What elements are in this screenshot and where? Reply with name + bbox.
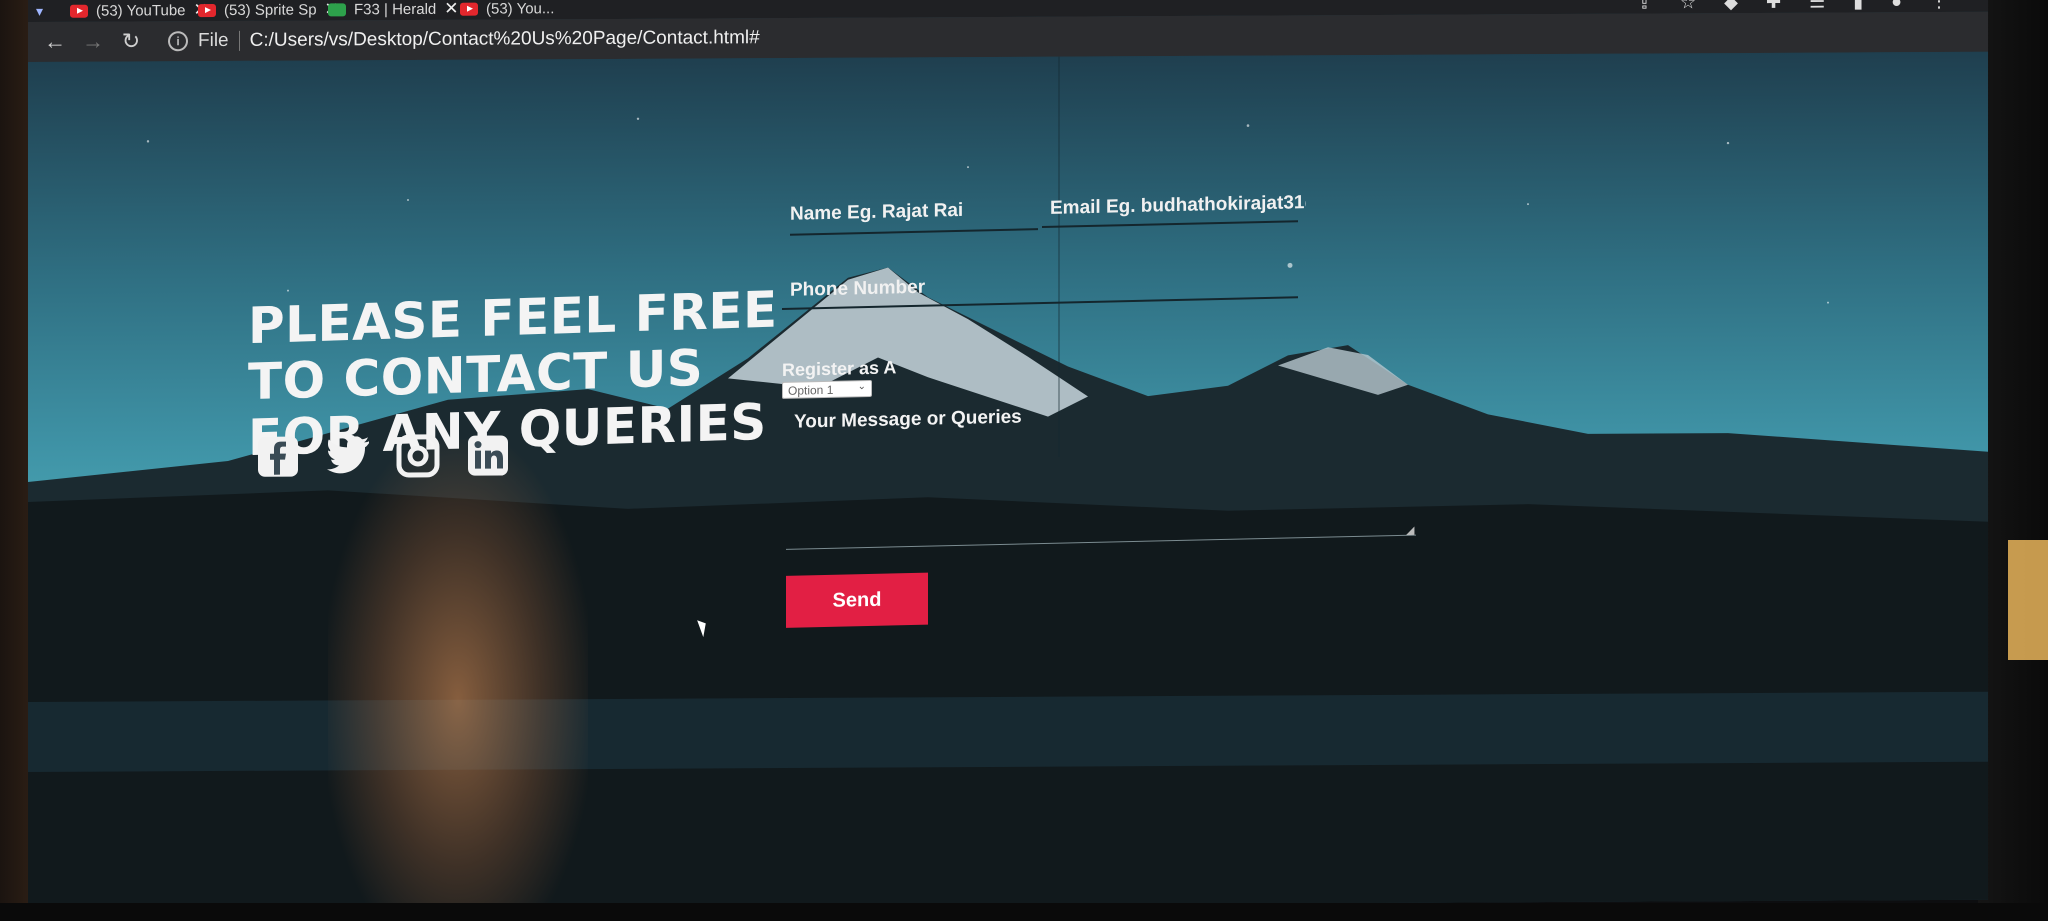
reading-list-icon[interactable]: ☰: [1809, 0, 1825, 12]
monitor-bezel-right: [1978, 0, 2048, 921]
forward-arrow-icon[interactable]: →: [74, 29, 112, 55]
email-field[interactable]: Email Eg. budhathokirajat31@: [1050, 192, 1306, 220]
menu-kebab-icon[interactable]: ⋮: [1930, 0, 1948, 12]
profile-avatar-icon[interactable]: ●: [1891, 0, 1902, 12]
screen-glare: [328, 439, 588, 911]
tab-title: (53) Sprite Sp: [224, 0, 317, 19]
extension-gem-icon[interactable]: ◆: [1724, 0, 1738, 13]
youtube-icon: [70, 4, 88, 18]
phone-field[interactable]: Phone Number: [790, 268, 1290, 301]
sticky-note: [2008, 540, 2048, 660]
name-field[interactable]: Name Eg. Rajat Rai: [790, 198, 1038, 236]
tab-title: F33 | Herald: [354, 0, 437, 18]
omnibox-separator: [238, 30, 240, 51]
sheets-icon: [328, 2, 346, 16]
tab-youtube-2[interactable]: (53) You...: [460, 0, 554, 20]
facebook-icon[interactable]: [254, 433, 302, 481]
sidebar-icon[interactable]: ▮: [1853, 0, 1863, 12]
message-field[interactable]: Your Message or Queries: [794, 407, 1022, 434]
youtube-icon: [198, 3, 216, 17]
close-icon[interactable]: ✕: [444, 0, 458, 19]
register-selected: Option 1: [788, 382, 834, 398]
file-label: File: [198, 29, 229, 52]
tab-youtube[interactable]: (53) YouTube ✕: [70, 0, 208, 22]
star-icon[interactable]: ☆: [1680, 0, 1696, 13]
browser-window: ▾ (53) YouTube ✕ (53) Sprite Sp ✕ F33 | …: [28, 0, 1988, 911]
share-icon[interactable]: ⇪: [1637, 0, 1652, 13]
info-icon[interactable]: i: [168, 31, 188, 52]
tab-sprite[interactable]: (53) Sprite Sp ✕: [198, 0, 339, 21]
message-underline: [786, 534, 1416, 550]
youtube-icon: [460, 2, 478, 16]
social-links: [254, 431, 512, 480]
name-underline: [790, 228, 1038, 236]
tab-search-icon-glyph: ▾: [36, 2, 44, 19]
name-placeholder: Name Eg. Rajat Rai: [790, 199, 964, 225]
twitter-icon[interactable]: [324, 432, 372, 480]
resize-handle-icon[interactable]: ◢: [1406, 524, 1414, 537]
page-viewport: PLEASE FEEL FREE TO CONTACT US FOR ANY Q…: [28, 51, 1988, 911]
register-label: Register as A: [782, 357, 897, 380]
tab-herald[interactable]: F33 | Herald ✕: [328, 0, 459, 20]
url-text[interactable]: C:/Users/vs/Desktop/Contact%20Us%20Page/…: [250, 27, 760, 52]
instagram-icon[interactable]: [394, 432, 442, 480]
email-placeholder: Email Eg. budhathokirajat31@: [1050, 192, 1306, 219]
chevron-down-icon: ⌄: [857, 381, 866, 393]
address-bar[interactable]: i File C:/Users/vs/Desktop/Contact%20Us%…: [168, 20, 1268, 58]
reload-icon[interactable]: ↻: [112, 28, 150, 54]
email-underline: [1042, 220, 1298, 229]
register-select[interactable]: Option 1 ⌄: [782, 379, 872, 399]
back-arrow-icon[interactable]: ←: [36, 29, 74, 55]
puzzle-extensions-icon[interactable]: ✚: [1766, 0, 1781, 12]
linkedin-icon[interactable]: [464, 431, 512, 479]
contact-form: Name Eg. Rajat Rai Email Eg. budhathokir…: [780, 189, 1460, 628]
tab-title: (53) YouTube: [96, 1, 186, 20]
monitor-bezel-bottom: [0, 903, 2048, 921]
phone-placeholder: Phone Number: [790, 276, 926, 301]
tab-search-icon[interactable]: ▾: [36, 0, 43, 22]
send-button[interactable]: Send: [786, 572, 928, 628]
tab-title: (53) You...: [486, 0, 555, 18]
